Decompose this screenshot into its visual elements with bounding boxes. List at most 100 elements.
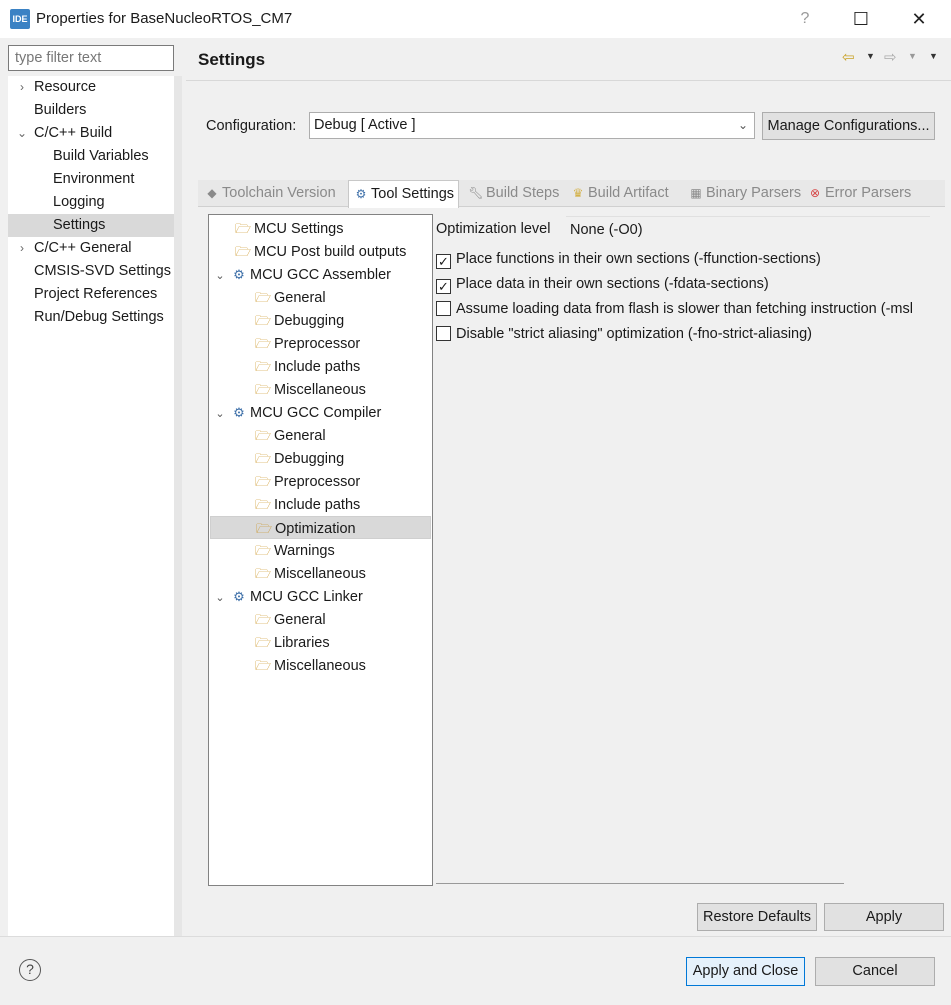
tree-item-assembler-miscellaneous[interactable]: 🗁︎ Miscellaneous [255,378,366,401]
nav-item-label: C/C++ Build [34,125,113,141]
tree-item-mcu-gcc-compiler[interactable]: ⌄ ⚙ MCU GCC Compiler [213,401,381,424]
tree-item-assembler-debugging[interactable]: 🗁︎ Debugging [255,309,344,332]
trophy-icon: ♛ [572,186,584,200]
tree-item-compiler-miscellaneous[interactable]: 🗁︎ Miscellaneous [255,562,366,585]
nav-item-build-variables[interactable]: Build Variables [53,145,149,168]
forward-dropdown-icon[interactable]: ▼ [908,51,917,61]
close-button[interactable]: ✕ [890,0,948,38]
maximize-button[interactable]: ☐ [832,0,890,38]
tree-item-mcu-gcc-linker[interactable]: ⌄ ⚙ MCU GCC Linker [213,585,362,610]
option-data-sections[interactable]: ✓ Place data in their own sections (-fdat… [436,274,769,296]
back-arrow-icon[interactable]: ⇦ [842,48,855,66]
folder-settings-icon: 🗁︎ [255,382,272,397]
tree-item-linker-libraries[interactable]: 🗁︎ Libraries [255,631,330,654]
nav-item-builders[interactable]: Builders [34,99,86,122]
tree-item-linker-general[interactable]: 🗁︎ General [255,608,326,631]
folder-settings-icon: 🗁︎ [255,359,272,374]
optimization-level-select[interactable]: None (-O0) [566,216,930,242]
window-help-button[interactable]: ? [776,0,834,38]
chevron-down-icon[interactable]: ⌄ [14,122,30,145]
apply-and-close-button[interactable]: Apply and Close [686,957,805,986]
configuration-label: Configuration: [206,118,297,134]
nav-item-label: Environment [53,171,135,187]
filter-input[interactable] [8,45,174,71]
folder-settings-icon: 🗁︎ [255,658,272,673]
tab-error-parsers[interactable]: ⊗ Error Parsers [803,180,915,207]
error-icon: ⊗ [809,186,821,200]
back-dropdown-icon[interactable]: ▼ [866,51,875,61]
folder-settings-icon: 🗁︎ [255,336,272,351]
tree-item-assembler-preprocessor[interactable]: 🗁︎ Preprocessor [255,332,360,355]
help-icon[interactable]: ? [19,959,41,981]
tree-item-compiler-general[interactable]: 🗁︎ General [255,424,326,447]
chevron-right-icon[interactable]: › [14,76,30,99]
tab-toolchain-version[interactable]: ◆ Toolchain Version [200,180,340,207]
app-icon: IDE [10,9,30,29]
gear-icon: ⚙ [355,187,367,201]
gear-icon: ⚙ [233,589,245,604]
tree-item-label: Preprocessor [274,474,361,490]
chevron-down-icon[interactable]: ⌄ [213,403,227,426]
configuration-value: Debug [ Active ] [314,117,416,133]
chevron-down-icon: ⌄ [737,118,748,132]
tree-item-compiler-optimization[interactable]: 🗁︎ Optimization [210,516,431,539]
view-menu-icon[interactable]: ▼ [929,51,938,61]
tab-build-steps[interactable]: 🔧︎ Build Steps [464,180,563,207]
checkbox-unchecked[interactable] [436,326,451,341]
cancel-button[interactable]: Cancel [815,957,935,986]
folder-settings-icon: 🗁︎ [255,451,272,466]
checkbox-checked[interactable]: ✓ [436,254,451,269]
nav-item-cpp-general[interactable]: › C/C++ General [14,237,132,260]
chevron-down-icon[interactable]: ⌄ [213,265,227,288]
nav-item-run-debug[interactable]: Run/Debug Settings [34,306,164,329]
tree-item-assembler-general[interactable]: 🗁︎ General [255,286,326,309]
option-function-sections[interactable]: ✓ Place functions in their own sections (… [436,249,821,271]
tab-binary-parsers[interactable]: ▦ Binary Parsers [684,180,805,207]
tree-item-compiler-warnings[interactable]: 🗁︎ Warnings [255,539,335,562]
nav-item-environment[interactable]: Environment [53,168,134,191]
divider [186,80,951,81]
dialog-button-bar [0,936,951,1005]
toolchain-icon: ◆ [207,186,217,200]
tab-build-artifact[interactable]: ♛ Build Artifact [566,180,673,207]
nav-item-label: Logging [53,194,105,210]
tab-label: Build Artifact [588,185,669,201]
apply-button[interactable]: Apply [824,903,944,931]
tree-item-linker-miscellaneous[interactable]: 🗁︎ Miscellaneous [255,654,366,677]
nav-item-resource[interactable]: › Resource [14,76,96,99]
tree-item-compiler-include-paths[interactable]: 🗁︎ Include paths [255,493,360,516]
tree-item-label: Preprocessor [274,336,361,352]
tree-item-mcu-settings[interactable]: 🗁︎ MCU Settings [235,217,343,240]
tree-item-compiler-preprocessor[interactable]: 🗁︎ Preprocessor [255,470,360,493]
nav-item-project-references[interactable]: Project References [34,283,157,306]
nav-item-label: Builders [34,102,87,118]
configuration-select[interactable]: Debug [ Active ] ⌄ [309,112,755,139]
tree-item-label: MCU Post build outputs [254,244,407,260]
tree-item-label: Miscellaneous [274,658,366,674]
tree-item-compiler-debugging[interactable]: 🗁︎ Debugging [255,447,344,470]
nav-item-settings[interactable]: Settings [8,214,174,237]
tab-tool-settings[interactable]: ⚙ Tool Settings [348,180,460,208]
option-no-strict-aliasing[interactable]: Disable "strict aliasing" optimization (… [436,324,812,346]
checkbox-unchecked[interactable] [436,301,451,316]
checkbox-checked[interactable]: ✓ [436,279,451,294]
folder-settings-icon: 🗁︎ [235,244,252,259]
left-scrollbar[interactable] [174,76,182,936]
tree-item-mcu-post-build[interactable]: 🗁︎ MCU Post build outputs [235,240,406,263]
manage-configurations-button[interactable]: Manage Configurations... [762,112,935,140]
tree-item-label: Include paths [274,359,361,375]
restore-defaults-button[interactable]: Restore Defaults [697,903,817,931]
nav-item-cmsis-svd[interactable]: CMSIS-SVD Settings [34,260,171,283]
folder-settings-icon: 🗁︎ [255,566,272,581]
window-title: Properties for BaseNucleoRTOS_CM7 [36,10,293,27]
chevron-down-icon[interactable]: ⌄ [213,587,227,610]
nav-item-logging[interactable]: Logging [53,191,105,214]
tree-item-label: Optimization [275,521,356,537]
forward-arrow-icon[interactable]: ⇨ [884,48,897,66]
nav-item-cpp-build[interactable]: ⌄ C/C++ Build [14,122,112,145]
tree-item-mcu-gcc-assembler[interactable]: ⌄ ⚙ MCU GCC Assembler [213,263,391,286]
chevron-right-icon[interactable]: › [14,237,30,260]
tree-item-assembler-include-paths[interactable]: 🗁︎ Include paths [255,355,360,378]
tree-item-label: MCU GCC Assembler [250,267,391,283]
option-slow-flash-data[interactable]: Assume loading data from flash is slower… [436,299,913,321]
